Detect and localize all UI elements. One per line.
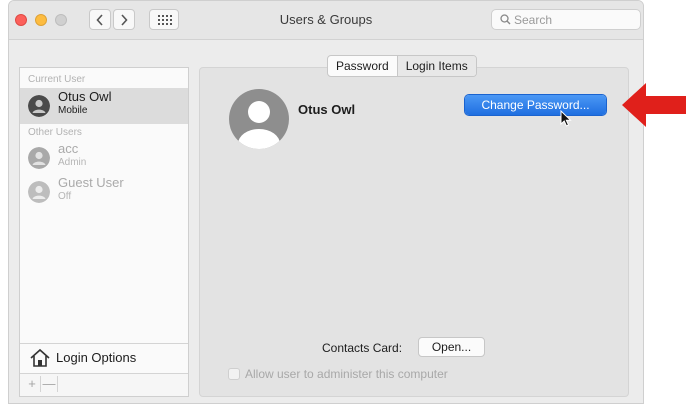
user-avatar-icon [28,147,50,169]
user-row-acc[interactable]: acc Admin [20,140,188,176]
user-role: Admin [58,157,87,168]
tab-bar: Password Login Items [327,55,477,77]
add-user-button[interactable]: + [24,376,41,392]
user-name: acc [58,141,79,156]
allow-admin-label: Allow user to administer this computer [245,367,448,381]
allow-admin-checkbox[interactable] [228,368,240,380]
red-arrow-annotation-icon [622,83,686,127]
user-row-otus-owl[interactable]: Otus Owl Mobile [20,88,188,124]
search-field[interactable]: Search [491,9,641,30]
user-name: Otus Owl [58,89,112,104]
user-role: Mobile [58,105,88,116]
house-icon [30,348,50,367]
contacts-card-label: Contacts Card: [322,341,403,355]
title-bar: Users & Groups Search [9,1,643,40]
user-full-name: Otus Owl [298,102,356,117]
mouse-pointer-icon [560,110,572,127]
search-placeholder: Search [514,13,553,27]
current-user-section-label: Current User [28,74,86,85]
user-name: Guest User [58,175,124,190]
user-avatar-icon [28,181,50,203]
tab-login-items[interactable]: Login Items [396,56,476,76]
user-role: Off [58,191,72,202]
user-avatar-icon [28,95,50,117]
user-row-guest-user[interactable]: Guest User Off [20,174,188,210]
change-password-button[interactable]: Change Password... [465,95,606,115]
tab-password[interactable]: Password [328,56,397,76]
login-options-item[interactable]: Login Options [20,343,188,374]
add-remove-bar: + — [20,373,188,396]
user-picture-icon[interactable] [228,88,290,150]
users-sidebar: Current User Otus Owl Mobile Other Users… [19,67,189,397]
open-contacts-button[interactable]: Open... [418,337,485,357]
remove-user-button[interactable]: — [41,376,58,392]
login-options-label: Login Options [56,350,137,365]
other-users-section-label: Other Users [28,127,82,138]
search-icon [500,14,511,25]
